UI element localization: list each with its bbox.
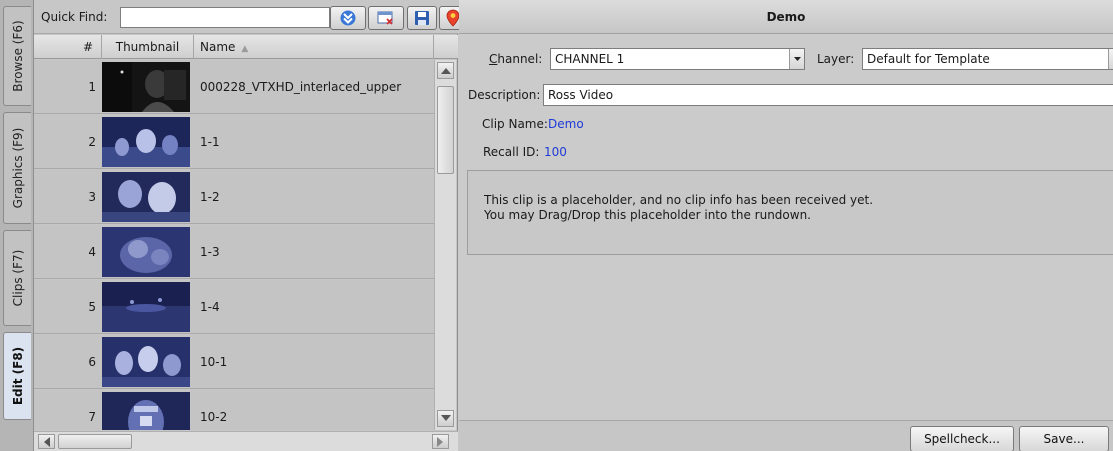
layer-select[interactable]: Default for Template [862, 48, 1113, 70]
save-icon [415, 11, 429, 25]
clip-list: 1 000228_VTXHD_interlaced_upper 2 1-1 3 … [34, 60, 434, 430]
channel-value: CHANNEL 1 [555, 52, 625, 66]
location-pin-icon [446, 9, 460, 27]
scroll-left-button[interactable] [38, 434, 55, 449]
table-row[interactable]: 3 1-2 [34, 170, 434, 224]
tab-graphics-label: Graphics (F9) [10, 127, 25, 209]
recall-id-value: 100 [544, 145, 567, 159]
vertical-scroll-thumb[interactable] [437, 86, 454, 174]
column-header-number[interactable]: # [34, 35, 102, 59]
quick-find-input[interactable] [120, 7, 330, 28]
editor-footer: Spellcheck... Save... [459, 420, 1113, 451]
description-field[interactable]: Ross Video [543, 84, 1113, 106]
arrow-right-icon [437, 437, 443, 447]
clip-name-label: Clip Name: [482, 117, 548, 131]
arrow-up-icon [441, 68, 451, 74]
row-number: 7 [88, 410, 96, 424]
table-row[interactable]: 4 1-3 [34, 225, 434, 279]
info-line-1: This clip is a placeholder, and no clip … [484, 193, 874, 207]
row-number: 2 [88, 135, 96, 149]
clip-name: 1-1 [200, 135, 220, 149]
chevron-down-icon [794, 57, 801, 61]
clip-browser-panel: Quick Find: # Thumbnail Name ▲ 1 000228_… [34, 0, 467, 451]
clip-name: 10-2 [200, 410, 228, 424]
info-line-2: You may Drag/Drop this placeholder into … [484, 208, 811, 222]
expand-button[interactable] [330, 6, 366, 30]
quick-find-label: Quick Find: [41, 10, 108, 24]
column-header-thumbnail[interactable]: Thumbnail [102, 35, 194, 59]
clip-name: 1-2 [200, 190, 220, 204]
clip-thumbnail [102, 172, 190, 222]
recall-id-label: Recall ID: [483, 145, 540, 159]
row-number: 6 [88, 355, 96, 369]
quick-find-bar: Quick Find: [34, 0, 467, 34]
row-number: 1 [88, 80, 96, 94]
tab-browse-label: Browse (F6) [10, 20, 25, 92]
layer-dropdown-button[interactable] [1108, 49, 1113, 69]
layer-label: Layer: [817, 52, 855, 66]
table-header: # Thumbnail Name ▲ [34, 35, 458, 59]
row-number: 4 [88, 245, 96, 259]
sort-ascending-icon: ▲ [241, 44, 249, 54]
description-label: Description: [468, 88, 541, 102]
clip-thumbnail [102, 117, 190, 167]
column-header-name[interactable]: Name ▲ [194, 35, 434, 59]
tab-clips-label: Clips (F7) [10, 249, 25, 307]
clear-filter-icon [377, 11, 393, 25]
vertical-scrollbar[interactable] [434, 60, 456, 430]
clip-name: 10-1 [200, 355, 228, 369]
table-row[interactable]: 2 1-1 [34, 115, 434, 169]
layer-value: Default for Template [867, 52, 990, 66]
clip-name-value: Demo [548, 117, 584, 131]
scroll-right-button[interactable] [432, 434, 449, 449]
clip-info-box: This clip is a placeholder, and no clip … [467, 170, 1113, 255]
channel-select[interactable]: CHANNEL 1 [550, 48, 805, 70]
tab-edit-label: Edit (F8) [10, 346, 25, 406]
table-row[interactable]: 7 10-2 [34, 390, 434, 430]
clip-thumbnail [102, 282, 190, 332]
tab-browse[interactable]: Browse (F6) [3, 6, 31, 106]
clip-thumbnail [102, 227, 190, 277]
scroll-down-button[interactable] [437, 410, 454, 427]
expand-icon [340, 10, 356, 26]
tab-clips[interactable]: Clips (F7) [3, 230, 31, 326]
horizontal-scroll-thumb[interactable] [58, 434, 132, 449]
editor-title: Demo [459, 0, 1113, 34]
table-row[interactable]: 6 10-1 [34, 335, 434, 389]
clip-thumbnail [102, 62, 190, 112]
tab-edit[interactable]: Edit (F8) [3, 332, 31, 420]
scroll-up-button[interactable] [437, 62, 454, 79]
channel-label: Channel: [489, 52, 543, 66]
clip-name: 1-4 [200, 300, 220, 314]
save-button[interactable]: Save... [1019, 426, 1109, 451]
clear-filter-button[interactable] [368, 6, 404, 30]
spellcheck-button[interactable]: Spellcheck... [910, 426, 1014, 451]
clip-name: 000228_VTXHD_interlaced_upper [200, 80, 402, 94]
table-row[interactable]: 5 1-4 [34, 280, 434, 334]
clip-editor-panel: Demo Channel: CHANNEL 1 Layer: Default f… [459, 0, 1113, 451]
clip-thumbnail [102, 392, 190, 430]
save-filter-button[interactable] [407, 6, 437, 30]
horizontal-scrollbar[interactable] [34, 431, 458, 451]
arrow-down-icon [441, 415, 451, 421]
column-header-name-label: Name [200, 40, 236, 54]
row-number: 3 [88, 190, 96, 204]
tab-graphics[interactable]: Graphics (F9) [3, 112, 31, 224]
clip-name: 1-3 [200, 245, 220, 259]
row-number: 5 [88, 300, 96, 314]
arrow-left-icon [44, 437, 50, 447]
table-row[interactable]: 1 000228_VTXHD_interlaced_upper [34, 60, 434, 114]
clip-thumbnail [102, 337, 190, 387]
channel-dropdown-button[interactable] [789, 49, 804, 69]
vertical-tab-strip: Browse (F6) Graphics (F9) Clips (F7) Edi… [0, 0, 34, 451]
